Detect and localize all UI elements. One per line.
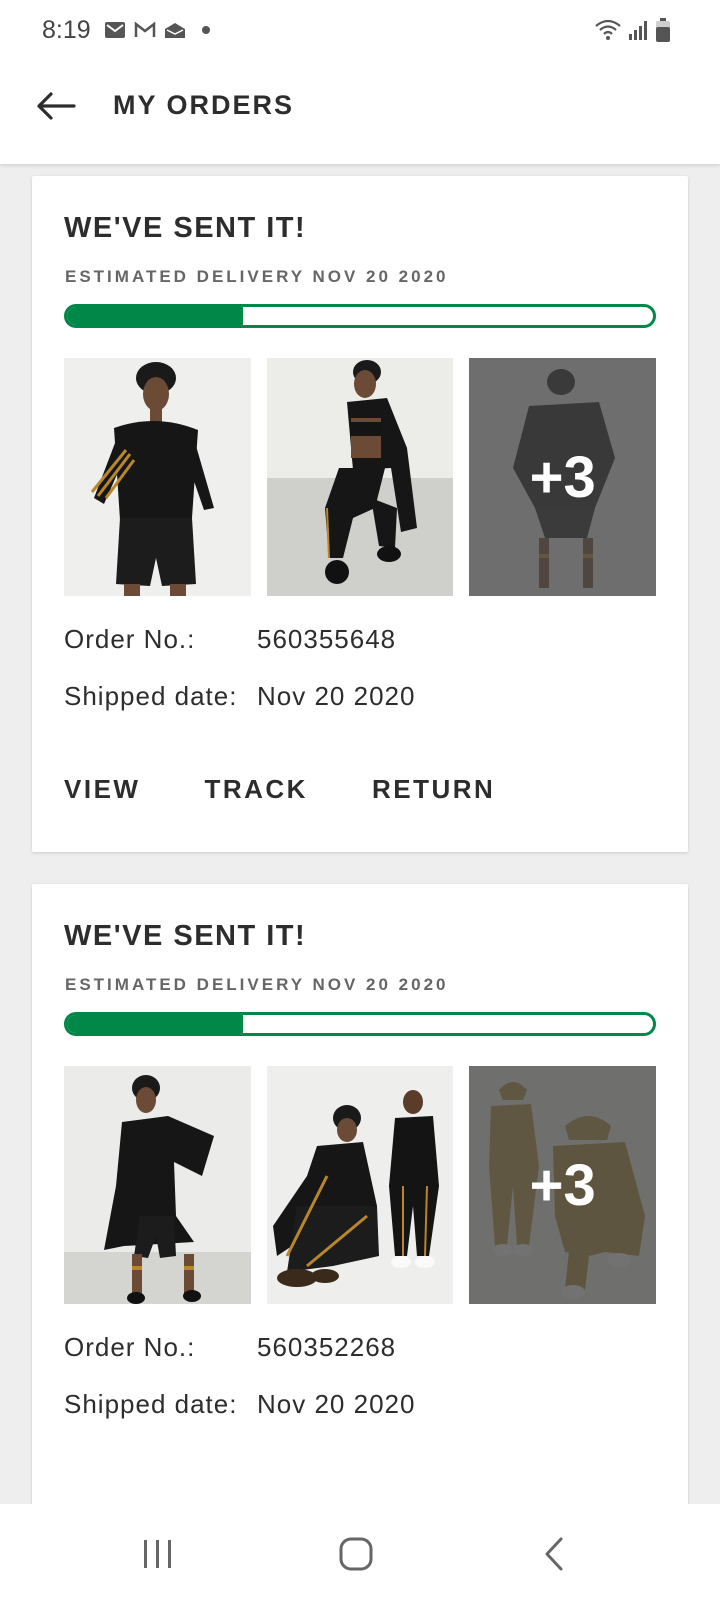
back-button[interactable] bbox=[28, 84, 84, 128]
gmail-icon bbox=[134, 20, 156, 40]
return-button[interactable]: RETURN bbox=[372, 774, 495, 805]
recent-apps-button[interactable] bbox=[128, 1532, 188, 1576]
estimated-delivery: ESTIMATED DELIVERY NOV 20 2020 bbox=[65, 267, 449, 286]
notification-dot-icon bbox=[202, 26, 210, 34]
shipped-date: Nov 20 2020 bbox=[257, 1389, 416, 1419]
signal-icon bbox=[628, 19, 650, 46]
app-bar: MY ORDERS bbox=[0, 64, 720, 164]
product-image[interactable] bbox=[266, 1066, 454, 1304]
order-list[interactable]: WE'VE SENT IT! ESTIMATED DELIVERY NOV 20… bbox=[0, 164, 720, 1504]
battery-icon bbox=[656, 18, 670, 47]
system-nav-bar bbox=[0, 1504, 720, 1600]
order-status: WE'VE SENT IT! bbox=[64, 920, 307, 952]
estimated-delivery: ESTIMATED DELIVERY NOV 20 2020 bbox=[65, 975, 449, 994]
product-image[interactable] bbox=[64, 358, 251, 596]
order-number-label: Order No.: bbox=[64, 624, 196, 654]
recent-apps-icon bbox=[144, 1540, 171, 1568]
order-card: WE'VE SENT IT! ESTIMATED DELIVERY NOV 20… bbox=[32, 176, 688, 852]
home-button[interactable] bbox=[326, 1532, 386, 1576]
shipped-date-row: Shipped date: Nov 20 2020 bbox=[64, 1389, 656, 1423]
shipped-date: Nov 20 2020 bbox=[257, 681, 416, 711]
wifi-icon bbox=[594, 19, 622, 46]
order-number-row: Order No.: 560355648 bbox=[64, 624, 656, 658]
mail-icon bbox=[104, 20, 126, 40]
progress-fill bbox=[67, 1015, 243, 1033]
more-items-count: +3 bbox=[529, 444, 596, 510]
status-time: 8:19 bbox=[42, 16, 91, 44]
order-number-label: Order No.: bbox=[64, 1332, 196, 1362]
shipped-date-label: Shipped date: bbox=[64, 1389, 238, 1419]
more-items-overlay: +3 bbox=[469, 358, 657, 596]
back-nav-button[interactable] bbox=[524, 1532, 584, 1576]
order-number-row: Order No.: 560352268 bbox=[64, 1332, 656, 1366]
home-icon bbox=[339, 1537, 373, 1571]
more-items-overlay: +3 bbox=[469, 1066, 657, 1304]
product-image-more[interactable]: +3 bbox=[469, 358, 657, 596]
shipped-date-row: Shipped date: Nov 20 2020 bbox=[64, 681, 656, 715]
system-icons bbox=[594, 18, 670, 47]
view-button[interactable]: VIEW bbox=[64, 774, 140, 805]
notification-icons bbox=[104, 20, 210, 40]
product-image[interactable] bbox=[64, 1066, 251, 1304]
back-icon bbox=[545, 1537, 563, 1571]
order-number: 560355648 bbox=[257, 624, 397, 654]
delivery-progress-bar bbox=[64, 304, 656, 328]
inbox-icon bbox=[164, 20, 186, 40]
product-image-more[interactable]: +3 bbox=[469, 1066, 657, 1304]
order-status: WE'VE SENT IT! bbox=[64, 212, 307, 244]
order-thumbnails: +3 bbox=[64, 358, 657, 596]
order-thumbnails: +3 bbox=[64, 1066, 657, 1304]
more-items-count: +3 bbox=[529, 1152, 596, 1218]
track-button[interactable]: TRACK bbox=[204, 774, 308, 805]
delivery-progress-bar bbox=[64, 1012, 656, 1036]
order-actions: VIEW TRACK RETURN bbox=[64, 774, 559, 805]
page-title: MY ORDERS bbox=[113, 90, 295, 120]
arrow-left-icon bbox=[37, 92, 76, 120]
progress-fill bbox=[67, 307, 243, 325]
shipped-date-label: Shipped date: bbox=[64, 681, 238, 711]
order-card: WE'VE SENT IT! ESTIMATED DELIVERY NOV 20… bbox=[32, 884, 688, 1504]
product-image[interactable] bbox=[266, 358, 454, 596]
order-number: 560352268 bbox=[257, 1332, 397, 1362]
status-bar: 8:19 bbox=[0, 0, 720, 64]
